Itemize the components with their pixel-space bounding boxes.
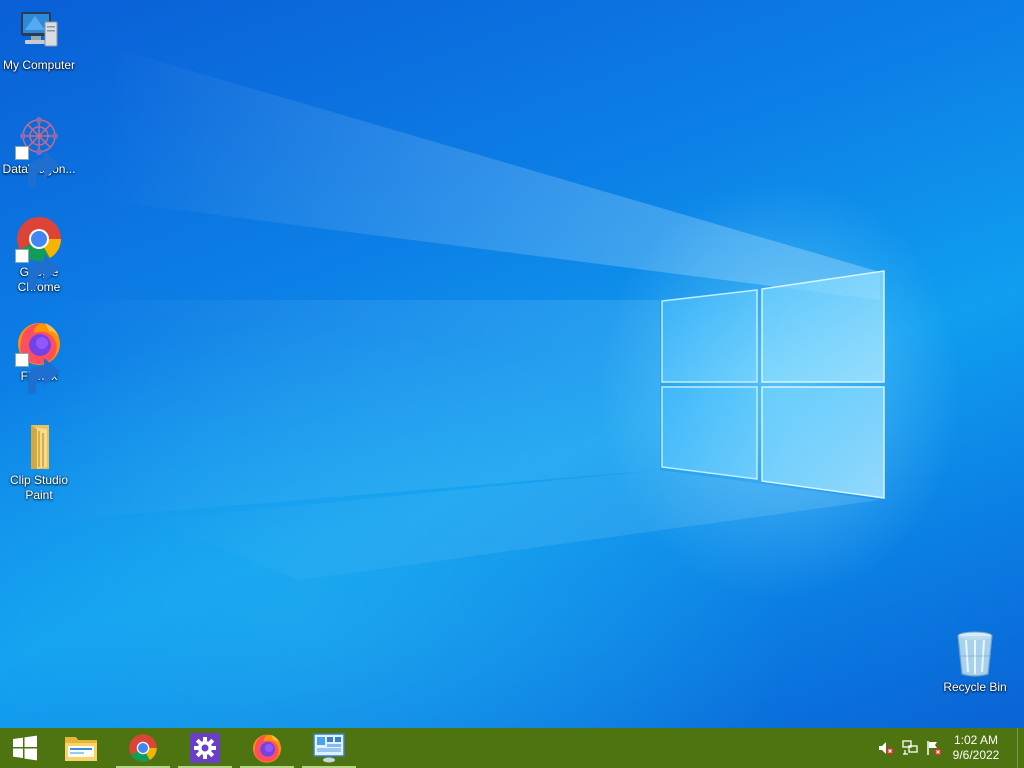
shortcut-arrow-icon — [15, 353, 60, 394]
desktop-icon-recycle-bin[interactable]: Recycle Bin — [936, 630, 1014, 695]
system-tray: 1:02 AM 9/6/2022 — [864, 728, 1024, 768]
desktop-icon-google-chrome[interactable]: Google Chrome — [0, 215, 78, 295]
taskbar-firefox-button[interactable] — [238, 728, 296, 768]
taskbar: 1:02 AM 9/6/2022 — [0, 728, 1024, 768]
desktop-icon-label: Recycle Bin — [943, 680, 1007, 694]
chrome-icon — [129, 734, 157, 762]
clock-date: 9/6/2022 — [952, 748, 1000, 762]
taskbar-chrome-button[interactable] — [114, 728, 172, 768]
shortcut-arrow-icon — [15, 146, 60, 187]
show-desktop-button[interactable] — [1017, 728, 1024, 768]
computer-icon — [21, 12, 58, 47]
desktop-icon-my-computer[interactable]: My Computer — [0, 8, 78, 73]
taskbar-clock[interactable]: 1:02 AM 9/6/2022 — [946, 733, 1006, 763]
recycle-bin-icon — [957, 631, 993, 677]
shortcut-arrow-icon — [15, 249, 60, 290]
clock-time: 1:02 AM — [953, 733, 999, 747]
folder-icon — [31, 425, 49, 469]
desktop-icon-firefox[interactable]: Firefox — [0, 319, 78, 394]
start-button[interactable] — [0, 728, 50, 768]
volume-muted-icon[interactable] — [878, 740, 894, 756]
windows-logo-icon — [13, 735, 37, 761]
network-disconnected-icon[interactable] — [902, 740, 918, 756]
taskbar-control-panel-button[interactable] — [300, 728, 358, 768]
action-center-flag-icon[interactable] — [926, 740, 942, 756]
desktop-icon-label: My Computer — [2, 58, 76, 72]
firefox-icon — [253, 734, 281, 763]
settings-gear-icon — [190, 733, 220, 763]
taskbar-file-explorer-button[interactable] — [52, 728, 110, 768]
taskbar-settings-button[interactable] — [176, 728, 234, 768]
desktop[interactable]: My Computer DataWagon... — [0, 0, 1024, 728]
windows-wallpaper-logo — [660, 268, 890, 503]
desktop-icon-datawagon[interactable]: DataWagon... — [0, 112, 78, 187]
desktop-icon-clip-studio-paint[interactable]: Clip Studio Paint — [0, 423, 78, 503]
desktop-icon-label: Clip Studio Paint — [9, 473, 69, 502]
file-explorer-icon — [65, 737, 97, 761]
control-panel-icon — [313, 733, 345, 763]
